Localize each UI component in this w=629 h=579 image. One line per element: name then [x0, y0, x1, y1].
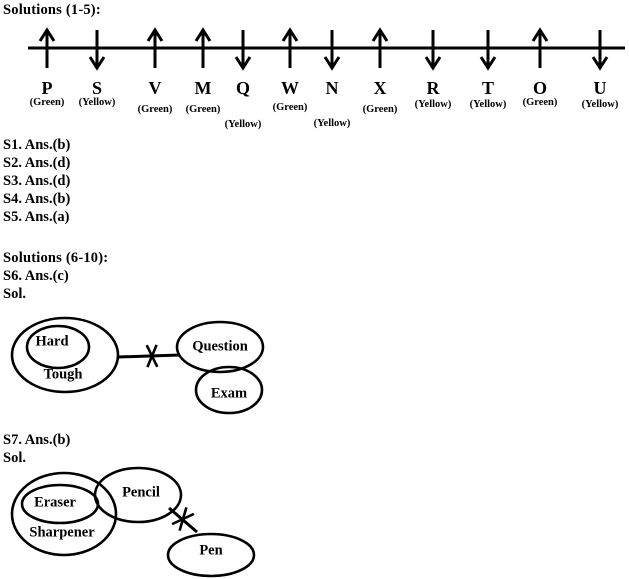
venn-label-pencil: Pencil	[122, 484, 160, 501]
venn-label-sharpener: Sharpener	[29, 524, 95, 541]
venn-s7-svg	[10, 466, 256, 578]
document-page: Solutions (1-5): P (Green) S (Yellow) V (Gree…	[0, 0, 629, 579]
venn-label-eraser: Eraser	[34, 494, 76, 511]
venn-label-pen: Pen	[199, 542, 223, 559]
venn-diagram-s7: Sharpener Eraser Pencil Pen	[0, 0, 629, 579]
